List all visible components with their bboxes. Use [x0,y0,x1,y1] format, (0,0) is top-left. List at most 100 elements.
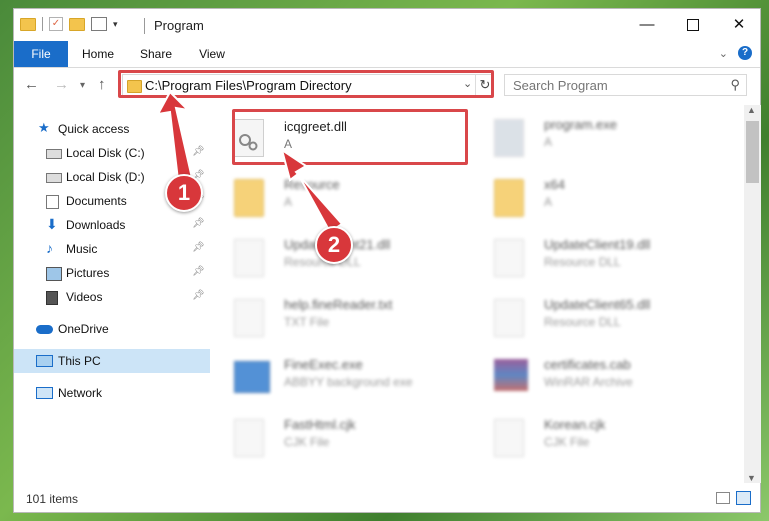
title-bar: ✓ ▾ Program — ✕ [14,9,760,41]
archive-icon [494,359,528,391]
properties-check-icon[interactable]: ✓ [49,17,63,31]
sidebar-item-downloads[interactable]: ⬇ Downloads 📌︎ [14,213,210,237]
callout-badge-1: 1 [165,174,203,212]
scroll-up-icon[interactable]: ▲ [747,105,756,115]
file-highlight-box [232,109,468,165]
file-name: UpdateClient65.dll [544,297,651,312]
file-item[interactable]: UpdateClient65.dll Resource DLL [470,289,720,345]
sidebar-item-label: Documents [66,194,127,208]
new-folder-icon[interactable] [69,17,85,31]
sidebar-item-label: Network [58,386,103,400]
file-item[interactable]: certificates.cab WinRAR Archive [470,349,720,405]
sidebar-item-pictures[interactable]: Pictures 📌︎ [14,261,210,285]
file-item[interactable]: FastHtml.cjk CJK File [210,409,460,465]
large-icons-view-icon[interactable] [736,491,751,505]
search-box[interactable]: ⚲ [504,74,747,96]
sidebar-item-label: This PC [58,354,101,368]
forward-arrow-icon[interactable]: → [54,76,69,93]
file-item[interactable]: UpdateClient19.dll Resource DLL [470,229,720,285]
pin-icon[interactable]: 📌︎ [192,146,205,157]
file-item[interactable]: program.exe A [470,109,720,165]
file-name: x64 [544,177,565,192]
sidebar-item-quick-access[interactable]: ★ Quick access [14,117,210,141]
sidebar-item-label: Quick access [58,122,130,136]
scrollbar-thumb[interactable] [746,121,759,183]
pictures-icon [46,267,62,281]
videos-icon [46,291,58,305]
sidebar-item-local-disk-c[interactable]: Local Disk (C:) 📌︎ [14,141,210,165]
maximize-icon [687,19,699,32]
navigation-bar: ← → ▾ ↑ C:\Program Files\Program Directo… [14,68,760,102]
pin-icon[interactable]: 📌︎ [192,242,205,253]
pin-icon[interactable]: 📌︎ [192,266,205,277]
file-name: certificates.cab [544,357,631,372]
pin-icon[interactable]: 📌︎ [192,218,205,229]
navigation-pane: ★ Quick access Local Disk (C:) 📌︎ Local … [14,105,210,477]
file-item[interactable]: FineExec.exe ABBYY background exe [210,349,460,405]
sidebar-item-music[interactable]: ♪ Music 📌︎ [14,237,210,261]
up-arrow-icon[interactable]: ↑ [98,76,106,93]
expand-ribbon-icon[interactable]: ⌄ [719,47,728,60]
file-type: A [544,135,553,149]
back-arrow-icon[interactable]: ← [24,76,39,93]
sidebar-item-label: Videos [66,290,103,304]
minimize-button[interactable]: — [624,9,670,41]
generic-file-icon [494,419,524,457]
separator [42,17,43,31]
close-button[interactable]: ✕ [716,9,762,41]
title-separator [144,18,145,34]
tab-view[interactable]: View [194,41,230,67]
sidebar-item-this-pc[interactable]: This PC [14,349,210,373]
sidebar-item-network[interactable]: Network [14,381,210,405]
search-input[interactable] [513,78,713,93]
sidebar-item-onedrive[interactable]: OneDrive [14,317,210,341]
tab-home[interactable]: Home [77,41,119,67]
scroll-down-icon[interactable]: ▼ [747,473,756,483]
file-item[interactable]: help.fineReader.txt TXT File [210,289,460,345]
file-type: A [544,195,553,209]
window-title: Program [154,18,204,33]
ribbon-tabs: File Home Share View ⌄ ? [14,41,760,68]
file-item[interactable]: x64 A [470,169,720,225]
properties-icon[interactable] [91,17,107,31]
file-type: TXT File [284,315,330,329]
file-type: Resource DLL [544,315,621,329]
sidebar-item-videos[interactable]: Videos 📌︎ [14,285,210,309]
tab-share[interactable]: Share [136,41,176,67]
pin-icon[interactable]: 📌︎ [192,290,205,301]
sidebar-item-label: Music [66,242,98,256]
customize-toolbar-icon[interactable]: ▾ [113,19,118,30]
file-name: FineExec.exe [284,357,363,372]
file-list: icqgreet.dll A program.exe A Resource A … [210,105,740,477]
file-item[interactable]: Korean.cjk CJK File [470,409,720,465]
callout-badge-2: 2 [315,226,353,264]
vertical-scrollbar[interactable]: ▲ ▼ [744,105,761,483]
help-icon[interactable]: ? [738,46,752,60]
dll-file-icon [234,239,264,277]
quick-access-toolbar: ✓ ▾ [20,17,118,31]
search-icon[interactable]: ⚲ [730,77,740,93]
file-name: UpdateClient19.dll [544,237,651,252]
computer-icon [36,355,53,367]
recent-locations-icon[interactable]: ▾ [80,80,85,91]
cloud-icon [36,325,53,334]
ribbon-controls: ⌄ ? [719,46,752,60]
dll-file-icon [494,239,524,277]
documents-icon [46,195,59,209]
sidebar-item-label: Pictures [66,266,110,280]
file-type: CJK File [544,435,590,449]
folder-icon [494,179,524,217]
tab-file[interactable]: File [14,41,68,67]
file-explorer-window: ✓ ▾ Program — ✕ File Home Share View ⌄ ?… [13,8,761,513]
details-view-icon[interactable] [716,492,730,504]
drive-icon [46,149,62,159]
file-name: Resource [284,177,340,192]
status-bar: 101 items [14,485,760,512]
maximize-button[interactable] [670,9,716,41]
exe-file-icon [234,361,270,393]
file-type: CJK File [284,435,330,449]
network-icon [36,387,53,399]
dll-file-icon [494,299,524,337]
folder-icon [234,179,264,217]
file-item[interactable]: Resource A [210,169,460,225]
